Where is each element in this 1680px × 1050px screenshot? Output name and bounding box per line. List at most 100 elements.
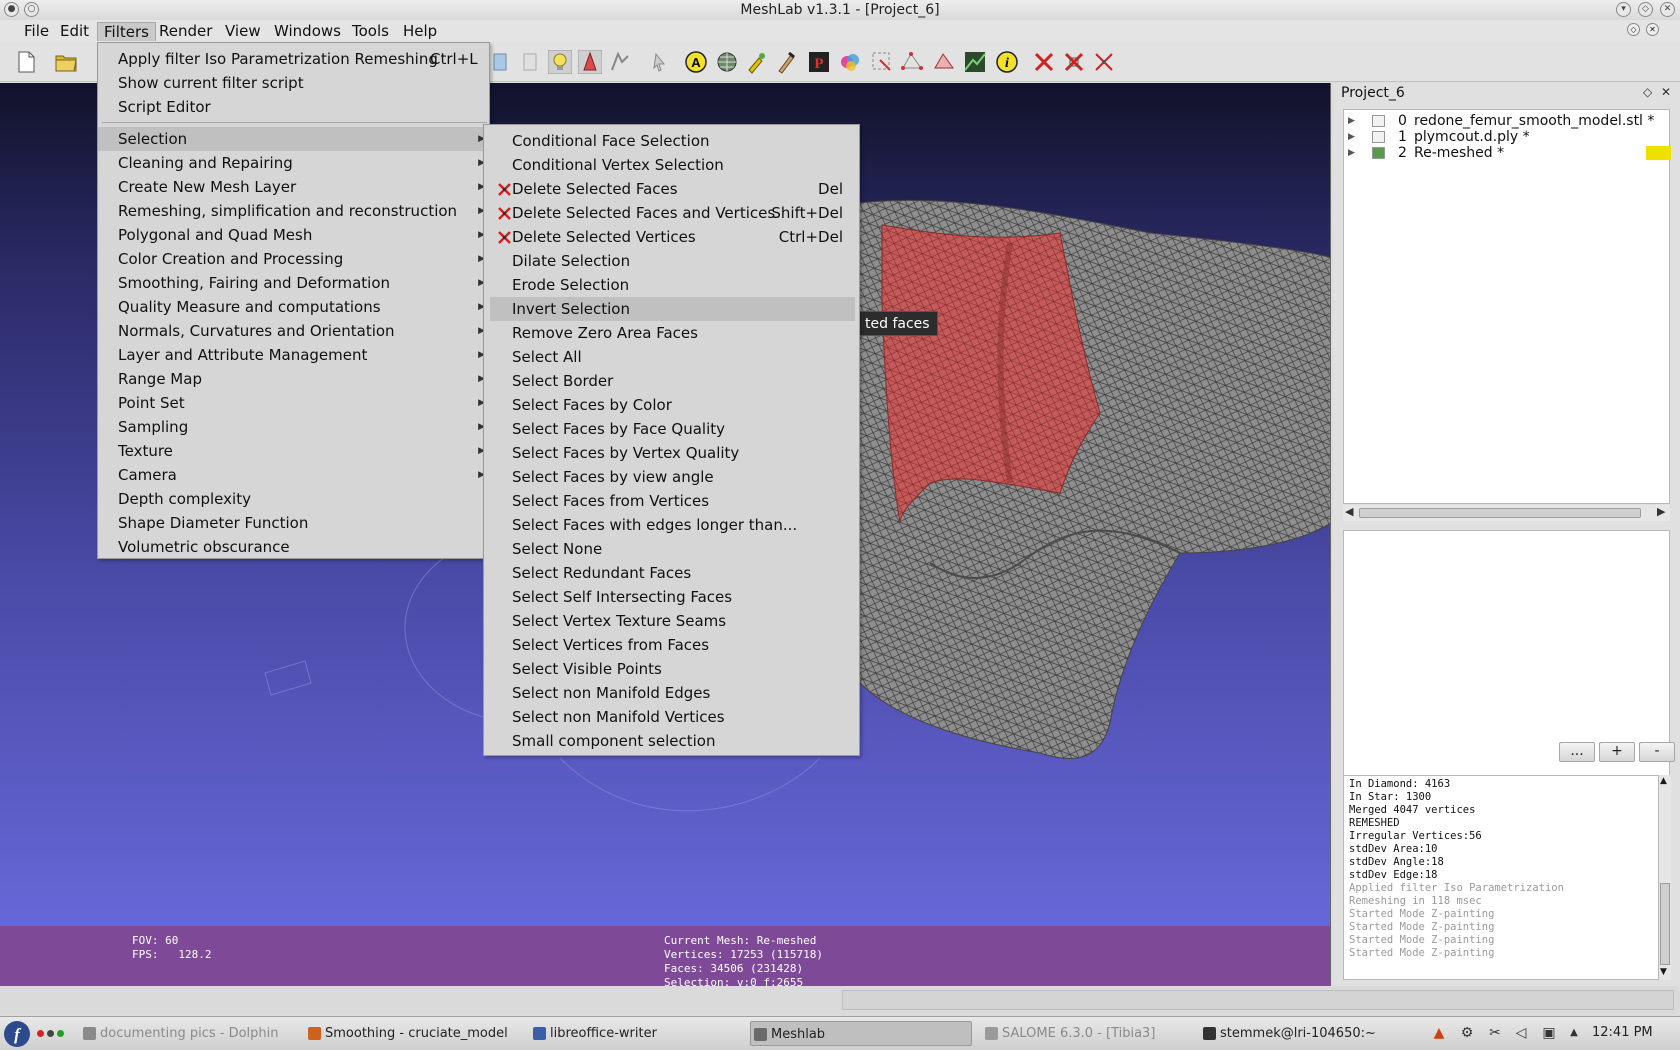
taskbar-task[interactable]: documenting pics - Dolphin: [80, 1021, 290, 1046]
select-connected-icon[interactable]: [932, 50, 956, 74]
selection-menu-item[interactable]: Delete Selected Faces Del: [490, 177, 855, 201]
close-icon[interactable]: ✕: [1660, 2, 1675, 17]
log-scroll-thumb[interactable]: [1660, 883, 1670, 965]
settings-tray-icon[interactable]: ⚙: [1458, 1024, 1476, 1042]
taskbar-task[interactable]: SALOME 6.3.0 - [Tibia3]: [982, 1021, 1197, 1046]
selection-menu-item[interactable]: Conditional Vertex Selection: [490, 153, 855, 177]
menu-tools[interactable]: Tools: [346, 22, 395, 41]
notification-icon[interactable]: ▲: [1430, 1024, 1448, 1042]
selection-menu-item[interactable]: Select non Manifold Vertices: [490, 705, 855, 729]
add-button[interactable]: +: [1599, 742, 1635, 762]
visibility-icon[interactable]: [1372, 131, 1385, 143]
taskbar-task[interactable]: stemmek@lri-104650:~: [1200, 1021, 1415, 1046]
taskbar-task[interactable]: libreoffice-writer: [530, 1021, 730, 1046]
layer-row[interactable]: ▶ 0 redone_femur_smooth_model.stl *: [1344, 113, 1671, 129]
filters-category-item[interactable]: Range Map ▶: [98, 367, 491, 391]
network-icon[interactable]: ▣: [1540, 1024, 1558, 1042]
menu-help[interactable]: Help: [397, 22, 443, 41]
filters-top-item[interactable]: Show current filter script: [98, 71, 491, 95]
filters-category-item[interactable]: Layer and Attribute Management ▶: [98, 343, 491, 367]
menu-windows[interactable]: Windows: [268, 22, 347, 41]
selection-menu-item[interactable]: Select Self Intersecting Faces: [490, 585, 855, 609]
new-file-icon[interactable]: [14, 50, 38, 74]
filters-top-item[interactable]: Script Editor: [98, 95, 491, 119]
selection-menu-item[interactable]: Dilate Selection: [490, 249, 855, 273]
panel-close-icon[interactable]: ✕: [1661, 85, 1671, 99]
filters-category-item[interactable]: Texture ▶: [98, 439, 491, 463]
select-faces-icon[interactable]: [870, 50, 894, 74]
mdi-close-icon[interactable]: ✕: [1646, 23, 1659, 36]
layer-row[interactable]: ▶ 2 Re-meshed *: [1344, 145, 1671, 161]
selection-menu-item[interactable]: Select Vertex Texture Seams: [490, 609, 855, 633]
light-bulb-icon[interactable]: [548, 50, 572, 74]
scroll-right-icon[interactable]: ▶: [1657, 505, 1665, 518]
filters-category-item[interactable]: Camera ▶: [98, 463, 491, 487]
filters-top-item[interactable]: Apply filter Iso Parametrization Remeshi…: [98, 47, 491, 71]
scroll-up-icon[interactable]: ▲: [1660, 776, 1667, 786]
expand-arrow-icon[interactable]: ▶: [1348, 145, 1355, 161]
minimize-icon[interactable]: ▾: [1616, 2, 1631, 17]
color-paint-icon[interactable]: [838, 50, 862, 74]
render-mode-icon[interactable]: [488, 50, 512, 74]
filters-bottom-item[interactable]: Depth complexity: [98, 487, 491, 511]
selection-menu-item[interactable]: Delete Selected Vertices Ctrl+Del: [490, 225, 855, 249]
info-icon[interactable]: i: [995, 50, 1019, 74]
delete-faces-vertices-toolbar-icon[interactable]: [1062, 50, 1086, 74]
selection-menu-item[interactable]: Select None: [490, 537, 855, 561]
window-menu-icon[interactable]: ●: [4, 2, 19, 17]
selection-menu-item[interactable]: Select Faces by Color: [490, 393, 855, 417]
filters-category-item[interactable]: Remeshing, simplification and reconstruc…: [98, 199, 491, 223]
taskbar-task[interactable]: Smoothing - cruciate_model: [305, 1021, 510, 1046]
clock[interactable]: 12:41 PM: [1592, 1025, 1653, 1040]
selection-menu-item[interactable]: Small component selection: [490, 729, 855, 753]
scroll-left-icon[interactable]: ◀: [1345, 505, 1353, 518]
selection-menu-item[interactable]: Select Faces by view angle: [490, 465, 855, 489]
visibility-icon[interactable]: [1372, 147, 1385, 159]
paint-icon[interactable]: [775, 50, 799, 74]
window-shade-icon[interactable]: ○: [24, 2, 39, 17]
filters-category-item[interactable]: Polygonal and Quad Mesh ▶: [98, 223, 491, 247]
visibility-icon[interactable]: [1372, 115, 1385, 127]
filters-category-item[interactable]: Smoothing, Fairing and Deformation ▶: [98, 271, 491, 295]
selection-menu-item[interactable]: Select Visible Points: [490, 657, 855, 681]
filters-category-item[interactable]: Color Creation and Processing ▶: [98, 247, 491, 271]
selection-menu-item[interactable]: Select Vertices from Faces: [490, 633, 855, 657]
filters-category-item[interactable]: Sampling ▶: [98, 415, 491, 439]
delete-faces-toolbar-icon[interactable]: [1032, 50, 1056, 74]
remove-button[interactable]: -: [1639, 742, 1675, 762]
filters-category-item[interactable]: Normals, Curvatures and Orientation ▶: [98, 319, 491, 343]
selection-menu-item[interactable]: Remove Zero Area Faces: [490, 321, 855, 345]
expand-arrow-icon[interactable]: ▶: [1348, 113, 1355, 129]
menu-view[interactable]: View: [219, 22, 267, 41]
select-vertices-icon[interactable]: [900, 50, 924, 74]
menu-edit[interactable]: Edit: [54, 22, 95, 41]
expand-arrow-icon[interactable]: ▶: [1348, 129, 1355, 145]
filters-category-item[interactable]: Quality Measure and computations ▶: [98, 295, 491, 319]
selection-menu-item[interactable]: Conditional Face Selection: [490, 129, 855, 153]
selection-menu-item[interactable]: Select Border: [490, 369, 855, 393]
delete-vertices-toolbar-icon[interactable]: [1092, 50, 1116, 74]
activity-dot-icon[interactable]: [37, 1030, 44, 1037]
fancy-lighting-icon[interactable]: [578, 50, 602, 74]
filters-bottom-item[interactable]: Shape Diameter Function: [98, 511, 491, 535]
log-scrollbar[interactable]: ▲ ▼: [1659, 775, 1671, 980]
more-button[interactable]: ...: [1559, 742, 1595, 762]
maximize-icon[interactable]: ◇: [1638, 2, 1653, 17]
selection-menu-item[interactable]: Select Faces with edges longer than...: [490, 513, 855, 537]
selection-menu-item[interactable]: Select Redundant Faces: [490, 561, 855, 585]
panel-float-icon[interactable]: ◇: [1643, 85, 1652, 99]
point-picker-icon[interactable]: P: [807, 50, 831, 74]
filters-category-item[interactable]: Create New Mesh Layer ▶: [98, 175, 491, 199]
selection-menu-item[interactable]: Delete Selected Faces and Vertices Shift+…: [490, 201, 855, 225]
filters-category-item[interactable]: Cleaning and Repairing ▶: [98, 151, 491, 175]
tray-expand-icon[interactable]: ▲: [1565, 1024, 1583, 1042]
double-side-icon[interactable]: [608, 50, 632, 74]
selection-menu-item[interactable]: Select Faces by Face Quality: [490, 417, 855, 441]
annotation-a-icon[interactable]: A: [684, 50, 708, 74]
clipboard-scissors-icon[interactable]: ✂: [1486, 1024, 1504, 1042]
selection-menu-item[interactable]: Invert Selection: [490, 297, 855, 321]
filters-category-item[interactable]: Point Set ▶: [98, 391, 491, 415]
activity-dot-icon[interactable]: [57, 1030, 64, 1037]
scroll-thumb[interactable]: [1359, 508, 1641, 518]
fedora-logo-icon[interactable]: f: [2, 1019, 32, 1049]
